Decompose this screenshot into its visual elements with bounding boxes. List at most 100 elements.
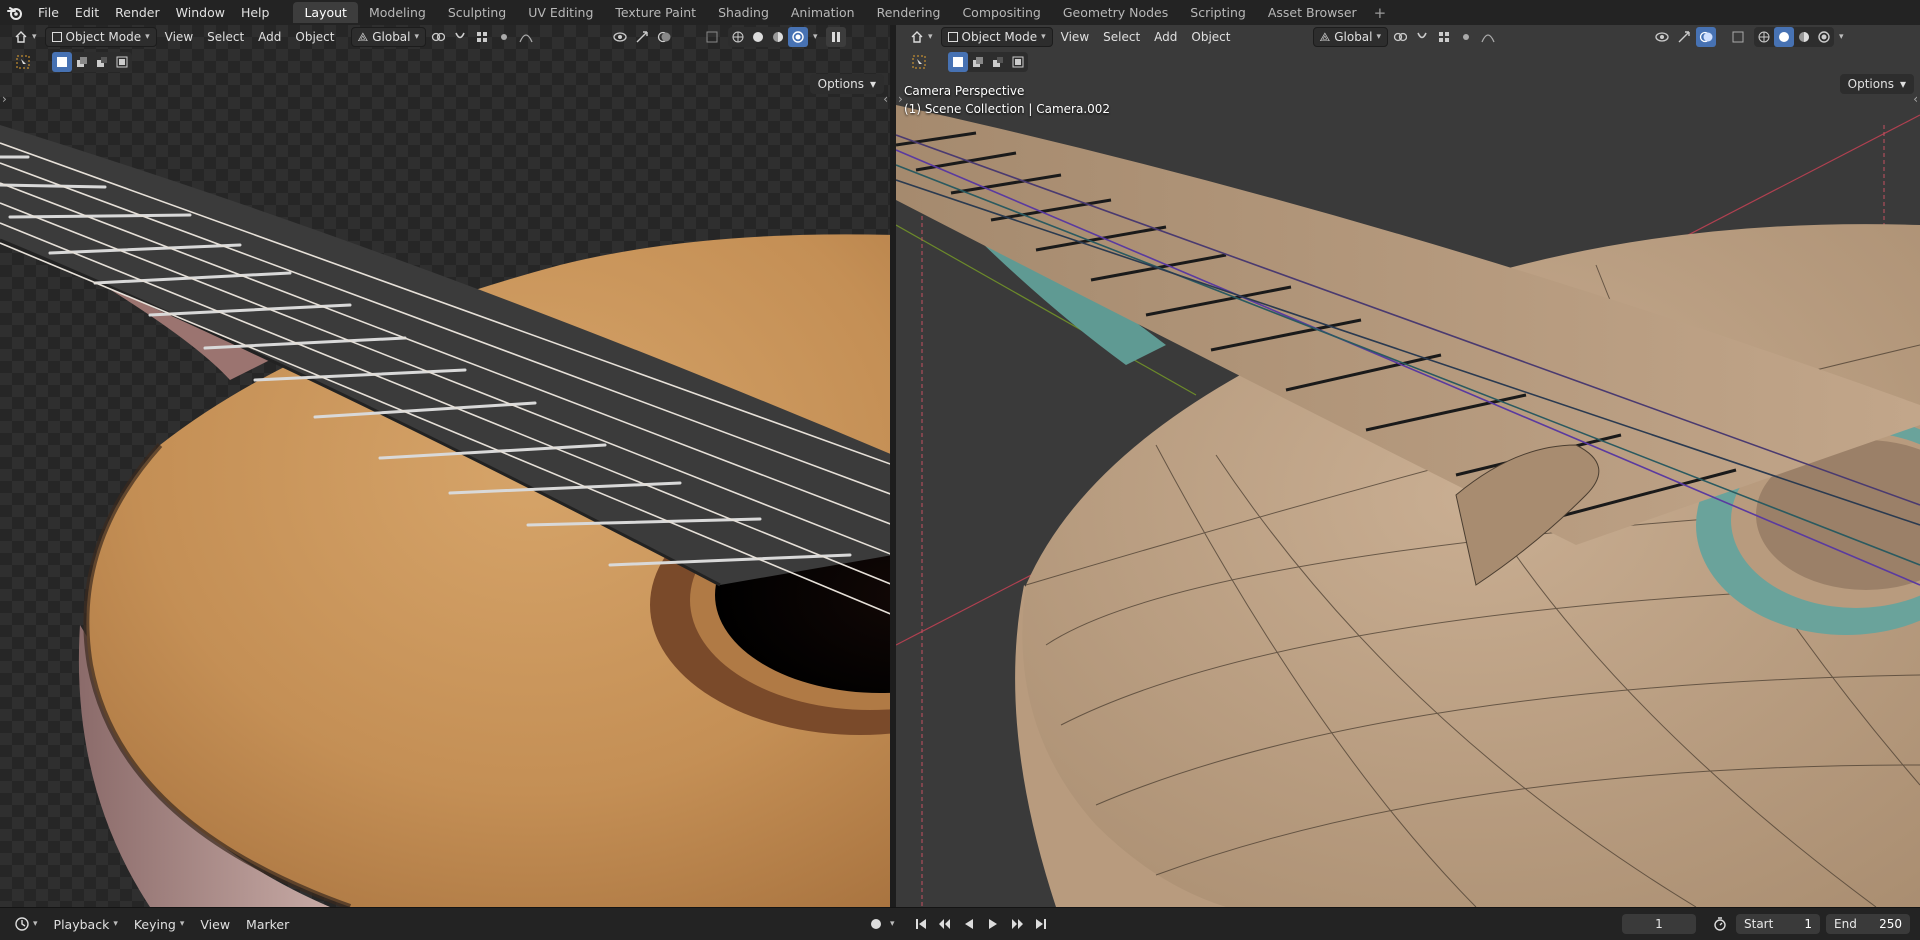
menu-view[interactable]: View [1055,27,1095,47]
right-3d-viewport[interactable]: ▾ Object Mode ▾ View Select Add Object ⟁… [896,25,1920,907]
select-tool-icon[interactable] [12,52,34,72]
jump-start-icon[interactable] [911,914,931,934]
tab-geometry-nodes[interactable]: Geometry Nodes [1052,2,1179,23]
start-frame-field[interactable]: Start 1 [1736,914,1820,934]
menu-object[interactable]: Object [289,27,340,47]
add-workspace-button[interactable]: + [1368,4,1393,22]
end-frame-field[interactable]: End 250 [1826,914,1910,934]
snap-icon[interactable] [1412,27,1432,47]
object-mode-dropdown[interactable]: Object Mode ▾ [940,27,1053,47]
timeline-editor-type-button[interactable]: ▾ [8,914,45,934]
select-new-icon[interactable] [948,52,968,72]
snap-target-icon[interactable] [472,27,492,47]
sidebar-toggle-right-icon[interactable]: ‹ [1913,92,1918,106]
menu-select[interactable]: Select [1097,27,1146,47]
current-frame-field[interactable]: 1 [1622,914,1696,934]
sidebar-toggle-right-icon[interactable]: ‹ [883,92,888,106]
xray-icon[interactable] [1728,27,1748,47]
overlays-icon[interactable] [654,27,674,47]
select-subtract-icon[interactable] [988,52,1008,72]
overlays-icon[interactable] [1696,27,1717,47]
tab-asset-browser[interactable]: Asset Browser [1257,2,1368,23]
tab-animation[interactable]: Animation [780,2,866,23]
tab-scripting[interactable]: Scripting [1179,2,1257,23]
visibility-icon[interactable] [1652,27,1672,47]
play-icon[interactable] [983,914,1003,934]
pivot-point-icon[interactable] [428,27,448,47]
play-reverse-icon[interactable] [959,914,979,934]
solid-shading-icon[interactable] [748,27,768,47]
snap-icon[interactable] [450,27,470,47]
blender-logo-icon[interactable] [0,0,30,25]
playback-menu[interactable]: Playback ▾ [47,914,125,934]
menu-window[interactable]: Window [168,0,233,25]
solid-shading-icon[interactable] [1774,27,1795,47]
editor-type-icon [15,31,27,43]
menu-view[interactable]: View [159,27,199,47]
material-shading-icon[interactable] [768,27,788,47]
stopwatch-icon[interactable] [1710,914,1730,934]
menu-render[interactable]: Render [107,0,168,25]
sidebar-toggle-left-icon[interactable]: › [2,92,7,106]
transform-orientation-dropdown[interactable]: ⟁ Global ▾ [350,27,427,47]
select-extend-icon[interactable] [72,52,92,72]
gizmo-icon[interactable] [632,27,652,47]
next-keyframe-icon[interactable] [1007,914,1027,934]
select-new-icon[interactable] [52,52,72,72]
options-dropdown[interactable]: Options ▾ [809,74,884,94]
sidebar-toggle-left-icon[interactable]: › [898,92,903,106]
menu-object[interactable]: Object [1185,27,1236,47]
falloff-icon[interactable] [1478,27,1498,47]
chevron-down-icon[interactable]: ▾ [1839,32,1844,42]
rendered-shading-icon[interactable] [788,27,809,47]
visibility-icon[interactable] [610,27,630,47]
chevron-down-icon[interactable]: ▾ [813,32,818,42]
tab-compositing[interactable]: Compositing [951,2,1051,23]
proportional-editing-icon[interactable] [1456,27,1476,47]
tab-modeling[interactable]: Modeling [358,2,437,23]
material-shading-icon[interactable] [1794,27,1814,47]
tab-sculpting[interactable]: Sculpting [437,2,517,23]
editor-type-button[interactable]: ▾ [904,27,939,47]
record-icon[interactable] [866,914,886,934]
menu-select[interactable]: Select [201,27,250,47]
object-mode-dropdown[interactable]: Object Mode ▾ [44,27,157,47]
timeline-view-menu[interactable]: View [193,914,237,934]
menu-add[interactable]: Add [1148,27,1183,47]
pivot-point-icon[interactable] [1390,27,1410,47]
gizmo-icon[interactable] [1674,27,1694,47]
pause-icon[interactable] [825,27,846,47]
tab-layout[interactable]: Layout [293,2,358,23]
wireframe-shading-icon[interactable] [728,27,748,47]
tab-shading[interactable]: Shading [707,2,780,23]
select-invert-icon[interactable] [112,52,132,72]
select-subtract-icon[interactable] [92,52,112,72]
menu-add[interactable]: Add [252,27,287,47]
chevron-down-icon[interactable]: ▾ [890,919,895,929]
menu-file[interactable]: File [30,0,67,25]
falloff-icon[interactable] [516,27,536,47]
right-viewport-header: ▾ Object Mode ▾ View Select Add Object ⟁… [896,25,1920,49]
orientation-icon: ⟁ [1319,29,1331,44]
transform-orientation-dropdown[interactable]: ⟁ Global ▾ [1312,27,1389,47]
jump-end-icon[interactable] [1031,914,1051,934]
left-3d-viewport[interactable]: ▾ Object Mode ▾ View Select Add Object ⟁… [0,25,893,907]
rendered-shading-icon[interactable] [1814,27,1834,47]
xray-icon[interactable] [702,27,722,47]
proportional-editing-icon[interactable] [494,27,514,47]
menu-help[interactable]: Help [233,0,278,25]
tab-rendering[interactable]: Rendering [866,2,952,23]
select-extend-icon[interactable] [968,52,988,72]
select-tool-icon[interactable] [908,52,930,72]
options-dropdown[interactable]: Options ▾ [1839,74,1914,94]
snap-target-icon[interactable] [1434,27,1454,47]
select-invert-icon[interactable] [1008,52,1028,72]
menu-edit[interactable]: Edit [67,0,107,25]
prev-keyframe-icon[interactable] [935,914,955,934]
tab-texture-paint[interactable]: Texture Paint [604,2,707,23]
tab-uv-editing[interactable]: UV Editing [517,2,604,23]
editor-type-button[interactable]: ▾ [8,27,43,47]
wireframe-shading-icon[interactable] [1754,27,1774,47]
keying-menu[interactable]: Keying ▾ [127,914,192,934]
marker-menu[interactable]: Marker [239,914,296,934]
